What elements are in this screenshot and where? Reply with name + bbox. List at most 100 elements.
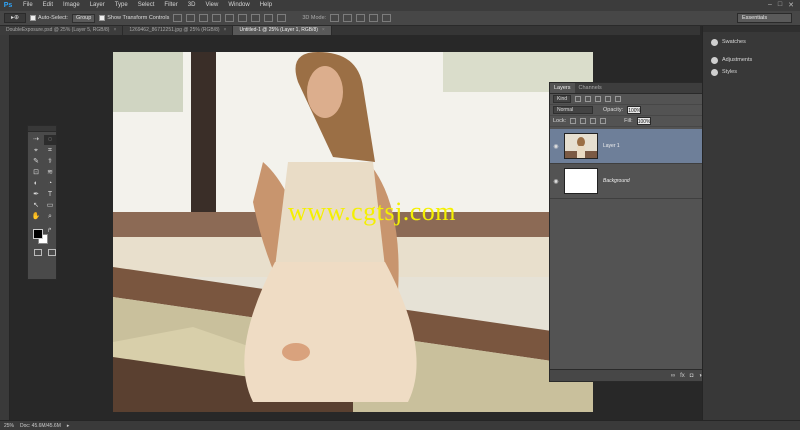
screen-mode-icon[interactable] <box>48 249 56 256</box>
move-tool-icon[interactable]: ◌ <box>44 135 56 145</box>
filter-pixel-icon[interactable] <box>575 96 582 102</box>
3d-mode-label: 3D Mode: <box>302 15 327 21</box>
3d-slide-icon[interactable] <box>369 14 379 22</box>
lock-position-icon[interactable] <box>590 118 597 124</box>
fill-field[interactable]: 100% <box>636 117 651 125</box>
filter-type-icon[interactable] <box>595 96 602 102</box>
dock-styles[interactable]: Styles <box>703 66 800 78</box>
workspace-switcher[interactable]: Essentials <box>737 13 792 23</box>
3d-rotate-icon[interactable] <box>330 14 340 22</box>
marquee-tool-icon[interactable]: ⇢ <box>30 135 42 145</box>
opacity-label: Opacity: <box>603 107 624 113</box>
show-transform-toggle[interactable]: Show Transform Controls <box>99 15 169 21</box>
align-center-icon[interactable] <box>225 14 235 22</box>
auto-select-toggle[interactable]: Auto-Select: <box>30 15 68 21</box>
dock-adjustments[interactable]: Adjustments <box>703 54 800 66</box>
align-middle-icon[interactable] <box>186 14 196 22</box>
lock-all-icon[interactable] <box>600 118 607 124</box>
quick-select-tool-icon[interactable]: ⌗ <box>44 146 56 156</box>
distribute-middle-icon[interactable] <box>264 14 274 22</box>
add-mask-icon[interactable]: ◘ <box>690 373 694 379</box>
swatches-icon <box>711 38 718 46</box>
align-right-icon[interactable] <box>238 14 248 22</box>
tab-double-exposure[interactable]: DoubleExposure.psd @ 25% (Layer 5, RGB/8… <box>0 26 124 35</box>
status-bar: 25% Doc: 45.6M/45.6M ▸ <box>0 420 800 430</box>
blend-mode-dropdown[interactable]: Normal <box>553 106 593 114</box>
brush-tool-icon[interactable]: ≋ <box>44 168 56 178</box>
quick-mask-icon[interactable] <box>34 249 42 256</box>
distribute-top-icon[interactable] <box>251 14 261 22</box>
menu-view[interactable]: View <box>200 0 223 11</box>
visibility-eye-icon[interactable]: ◉ <box>550 143 562 150</box>
eyedropper-tool-icon[interactable]: ⚕ <box>44 157 56 167</box>
fill-label: Fill: <box>624 118 633 124</box>
tool-grid: ⇢ ◌ ⌖ ⌗ ✎ ⚕ ⊡ ≋ ◐ ◔ ✒ T ↖ ▭ ✋ ⌕ <box>28 132 56 225</box>
swap-colors-icon[interactable]: ↱ <box>47 227 52 234</box>
filter-smart-object-icon[interactable] <box>615 96 622 102</box>
3d-scale-icon[interactable] <box>382 14 392 22</box>
menu-image[interactable]: Image <box>58 0 85 11</box>
opacity-field[interactable]: 100% <box>627 106 642 114</box>
crop-tool-icon[interactable]: ✎ <box>30 157 42 167</box>
menu-3d[interactable]: 3D <box>183 0 201 11</box>
tab-untitled-1[interactable]: Untitled-1 @ 25% (Layer 1, RGB/8) × <box>233 26 332 35</box>
show-transform-label: Show Transform Controls <box>107 15 170 21</box>
menu-help[interactable]: Help <box>255 0 277 11</box>
foreground-color-swatch[interactable] <box>33 229 43 239</box>
menu-window[interactable]: Window <box>223 0 254 11</box>
close-tab-icon[interactable]: × <box>322 27 325 33</box>
menu-select[interactable]: Select <box>133 0 160 11</box>
menu-layer[interactable]: Layer <box>85 0 110 11</box>
auto-select-checkbox[interactable] <box>30 15 36 21</box>
tab-channels[interactable]: Channels <box>575 83 606 93</box>
hand-tool-icon[interactable]: ✋ <box>30 212 42 222</box>
menu-edit[interactable]: Edit <box>38 0 58 11</box>
rectangle-tool-icon[interactable]: ▭ <box>44 201 56 211</box>
styles-icon <box>711 68 718 76</box>
filter-adjustment-icon[interactable] <box>585 96 592 102</box>
lock-pixels-icon[interactable] <box>580 118 587 124</box>
kind-filter-dropdown[interactable]: Kind <box>553 95 572 103</box>
dock-label: Swatches <box>722 39 746 45</box>
path-selection-tool-icon[interactable]: ↖ <box>30 201 42 211</box>
layer-style-icon[interactable]: fx <box>680 373 685 379</box>
align-left-icon[interactable] <box>212 14 222 22</box>
tab-photo-jpg[interactable]: 1269462_86712251.jpg @ 25% (RGB/8) × <box>123 26 234 35</box>
layer-name[interactable]: Background <box>603 178 630 184</box>
healing-brush-tool-icon[interactable]: ⊡ <box>30 168 42 178</box>
document-canvas[interactable]: www.cgtsj.com <box>113 52 593 412</box>
pen-tool-icon[interactable]: ✒ <box>30 190 42 200</box>
close-tab-icon[interactable]: × <box>113 27 116 33</box>
zoom-level[interactable]: 25% <box>4 423 14 429</box>
tool-preset-picker[interactable]: ▸⊕ <box>4 13 26 23</box>
menu-filter[interactable]: Filter <box>159 0 182 11</box>
3d-drag-icon[interactable] <box>356 14 366 22</box>
filter-shape-icon[interactable] <box>605 96 612 102</box>
zoom-tool-icon[interactable]: ⌕ <box>44 212 56 222</box>
tab-layers[interactable]: Layers <box>550 83 575 93</box>
distribute-bottom-icon[interactable] <box>277 14 287 22</box>
status-menu-arrow-icon[interactable]: ▸ <box>67 423 70 429</box>
maximize-icon[interactable]: □ <box>778 1 782 9</box>
menu-type[interactable]: Type <box>110 0 133 11</box>
type-tool-icon[interactable]: T <box>44 190 56 200</box>
history-brush-tool-icon[interactable]: ◔ <box>44 179 56 189</box>
link-layers-icon[interactable]: ∞ <box>671 373 675 379</box>
auto-select-dropdown[interactable]: Group <box>71 13 96 23</box>
menu-file[interactable]: File <box>18 0 38 11</box>
lasso-tool-icon[interactable]: ⌖ <box>30 146 42 156</box>
document-tabs: DoubleExposure.psd @ 25% (Layer 5, RGB/8… <box>0 26 700 35</box>
minimize-icon[interactable]: – <box>768 1 772 9</box>
clone-stamp-tool-icon[interactable]: ◐ <box>30 179 42 189</box>
3d-roll-icon[interactable] <box>343 14 353 22</box>
dock-swatches[interactable]: Swatches <box>703 36 800 48</box>
options-bar: ▸⊕ Auto-Select: Group Show Transform Con… <box>0 11 800 26</box>
close-icon[interactable]: ✕ <box>788 1 794 9</box>
visibility-eye-icon[interactable]: ◉ <box>550 178 562 185</box>
show-transform-checkbox[interactable] <box>99 15 106 21</box>
close-tab-icon[interactable]: × <box>224 27 227 33</box>
lock-transparent-icon[interactable] <box>570 118 577 124</box>
layer-name[interactable]: Layer 1 <box>603 143 620 149</box>
align-top-icon[interactable] <box>173 14 183 22</box>
align-bottom-icon[interactable] <box>199 14 209 22</box>
